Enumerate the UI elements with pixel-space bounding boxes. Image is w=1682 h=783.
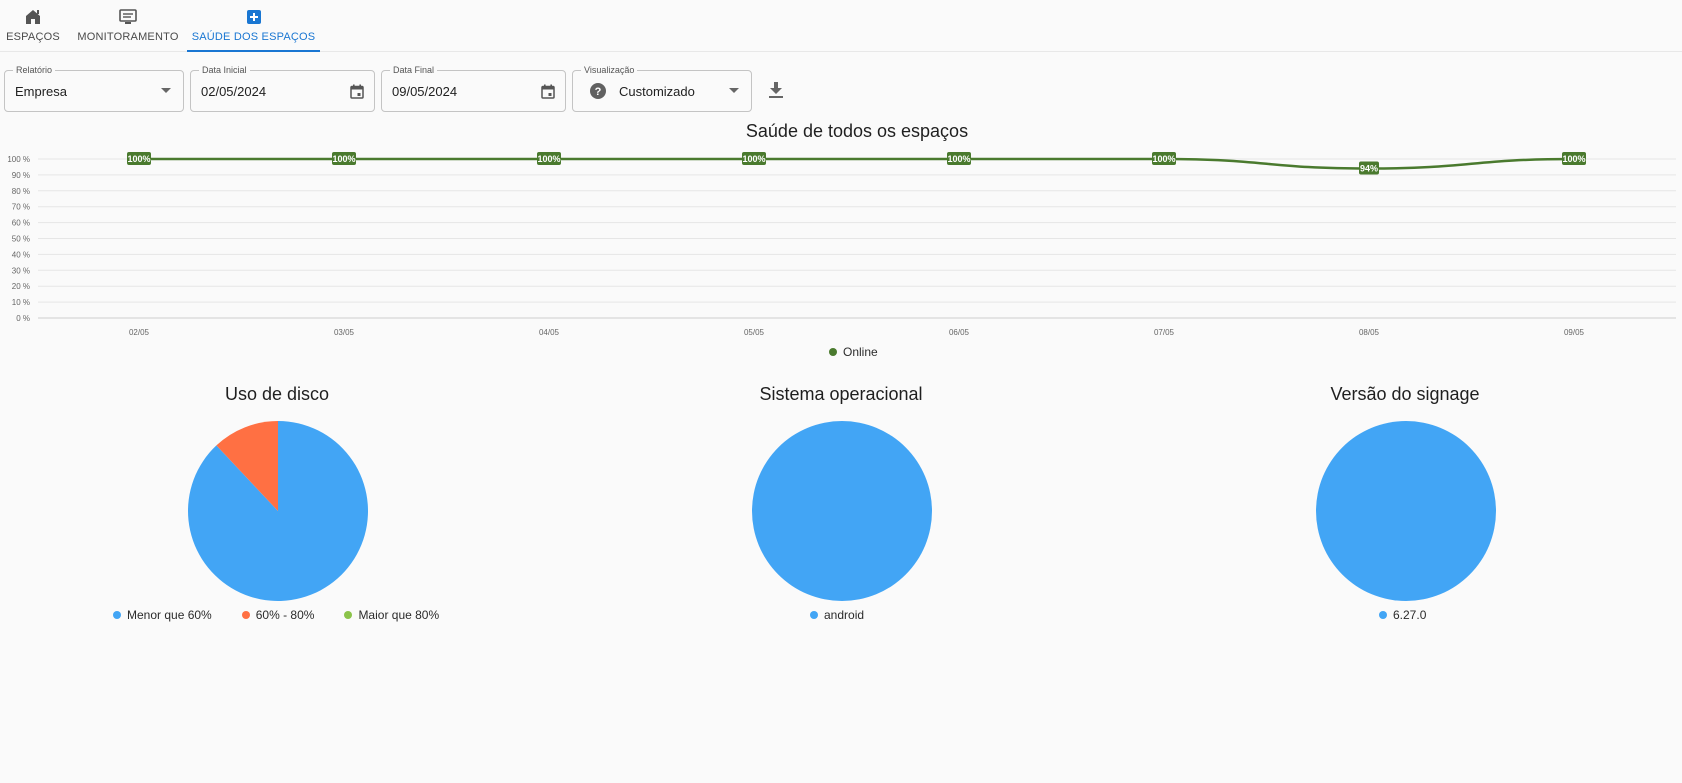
data-label: 100% xyxy=(1562,152,1586,165)
y-tick-label: 40 % xyxy=(12,250,30,259)
tab-label: ESPAÇOS xyxy=(6,31,60,43)
relatorio-legend: Relatório xyxy=(13,64,56,76)
y-tick-label: 50 % xyxy=(12,235,30,244)
legend-swatch-online xyxy=(829,348,837,356)
pie-disk-chart xyxy=(187,421,368,601)
tab-bar: ESPAÇOS MONITORAMENTO SAÚDE DOS ESPAÇOS xyxy=(0,0,1682,52)
line-chart-title: Saúde de todos os espaços xyxy=(745,121,969,141)
visualizacao-select[interactable]: Visualização ? Customizado xyxy=(572,64,752,112)
x-tick-label: 04/05 xyxy=(539,328,560,337)
help-circle-icon: ? xyxy=(589,82,607,100)
relatorio-value: Empresa xyxy=(15,84,68,99)
tab-label: SAÚDE DOS ESPAÇOS xyxy=(191,31,316,43)
data-final-legend: Data Final xyxy=(390,64,438,76)
legend-label-menor-60: Menor que 60% xyxy=(127,608,212,622)
y-tick-label: 60 % xyxy=(12,219,30,228)
data-label-text: 100% xyxy=(1152,154,1175,164)
calendar-icon[interactable] xyxy=(348,82,366,100)
legend-swatch-6-27-0 xyxy=(1379,611,1387,619)
data-final-value: 09/05/2024 xyxy=(392,84,458,99)
data-label-text: 100% xyxy=(742,154,765,164)
legend-swatch-android xyxy=(810,611,818,619)
data-label: 94% xyxy=(1359,161,1379,175)
pie-os-chart xyxy=(752,421,932,601)
legend-label-online: Online xyxy=(843,345,878,359)
data-label-text: 94% xyxy=(1360,164,1378,174)
pie-disk-title: Uso de disco xyxy=(224,384,330,404)
caret-down-icon xyxy=(157,82,175,100)
pie-slice-6-27-0 xyxy=(1316,421,1496,601)
plus-box-icon xyxy=(244,8,264,26)
x-tick-label: 07/05 xyxy=(1154,328,1175,337)
x-tick-label: 03/05 xyxy=(334,328,355,337)
data-label-text: 100% xyxy=(127,154,150,164)
tab-monitoramento[interactable]: MONITORAMENTO xyxy=(71,0,185,52)
pie-signage-legend: 6.27.0 xyxy=(1379,608,1426,622)
y-tick-label: 20 % xyxy=(12,282,30,291)
data-label: 100% xyxy=(947,152,971,165)
caret-down-icon xyxy=(725,82,743,100)
x-tick-label: 08/05 xyxy=(1359,328,1380,337)
y-tick-label: 10 % xyxy=(12,298,30,307)
y-tick-label: 30 % xyxy=(12,266,30,275)
pie-signage-chart xyxy=(1316,421,1496,601)
relatorio-select[interactable]: Relatório Empresa xyxy=(4,64,184,112)
data-label: 100% xyxy=(537,152,561,165)
x-tick-label: 09/05 xyxy=(1564,328,1585,337)
data-label-text: 100% xyxy=(1562,154,1585,164)
line-chart: 0 % 10 % 20 % 30 % 40 % 50 % 60 % 70 % 80 % 90 % 1… xyxy=(7,152,1676,337)
legend-label-60-80: 60% - 80% xyxy=(255,608,315,622)
legend-label-6-27-0: 6.27.0 xyxy=(1393,608,1427,622)
data-inicial-field[interactable]: Data Inicial 02/05/2024 xyxy=(190,64,375,112)
download-button[interactable] xyxy=(764,80,788,104)
calendar-icon[interactable] xyxy=(539,82,557,100)
data-label: 100% xyxy=(332,152,356,165)
y-tick-label: 80 % xyxy=(12,187,30,196)
data-label-text: 100% xyxy=(332,154,355,164)
legend-swatch-menor-60 xyxy=(113,611,121,619)
tab-label: MONITORAMENTO xyxy=(77,31,179,43)
line-chart-legend: Online xyxy=(829,345,878,359)
pie-os-legend: android xyxy=(810,608,864,622)
pie-disk-legend: Menor que 60% 60% - 80% Maior que 80% xyxy=(113,608,439,622)
data-inicial-legend: Data Inicial xyxy=(199,64,250,76)
pie-os-title: Sistema operacional xyxy=(759,384,923,404)
svg-text:?: ? xyxy=(595,86,602,98)
legend-swatch-maior-80 xyxy=(344,611,353,619)
pie-slice-android xyxy=(752,421,932,601)
monitor-icon xyxy=(118,8,138,26)
download-icon xyxy=(769,81,783,103)
data-label-text: 100% xyxy=(537,154,560,164)
visualizacao-legend: Visualização xyxy=(581,64,638,76)
data-final-field[interactable]: Data Final 09/05/2024 xyxy=(381,64,566,112)
data-label: 100% xyxy=(1152,152,1176,165)
data-label: 100% xyxy=(742,152,766,165)
legend-swatch-60-80 xyxy=(241,611,250,619)
y-tick-label: 90 % xyxy=(12,171,30,180)
tab-espacos[interactable]: ESPAÇOS xyxy=(0,0,66,52)
legend-label-android: android xyxy=(824,608,865,622)
y-tick-label: 100 % xyxy=(7,155,30,164)
y-tick-label: 70 % xyxy=(12,203,30,212)
legend-label-maior-80: Maior que 80% xyxy=(358,608,440,622)
tab-saude-dos-espacos[interactable]: SAÚDE DOS ESPAÇOS xyxy=(187,0,320,52)
data-label: 100% xyxy=(127,152,151,165)
data-label-text: 100% xyxy=(947,154,970,164)
y-tick-label: 0 % xyxy=(16,314,30,323)
visualizacao-value: Customizado xyxy=(619,84,695,99)
home-icon xyxy=(23,8,43,26)
x-tick-label: 06/05 xyxy=(949,328,970,337)
x-tick-label: 02/05 xyxy=(129,328,150,337)
x-tick-label: 05/05 xyxy=(744,328,765,337)
data-inicial-value: 02/05/2024 xyxy=(201,84,267,99)
pie-signage-title: Versão do signage xyxy=(1330,384,1480,404)
